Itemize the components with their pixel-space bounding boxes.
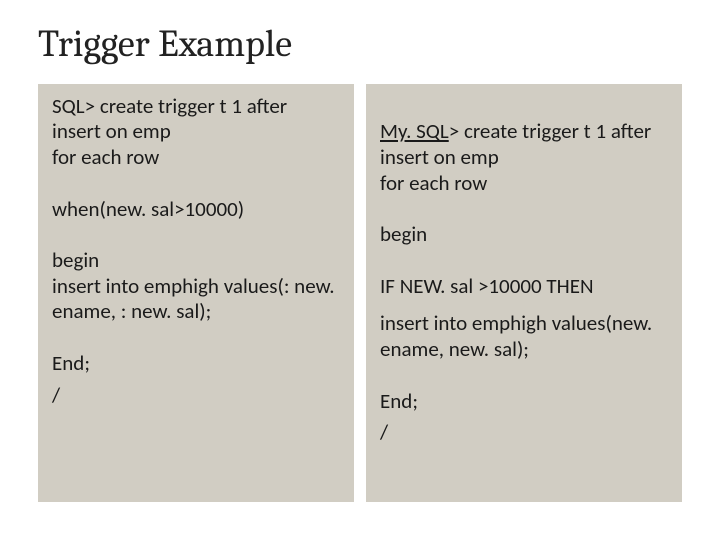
right-block-4: insert into emphigh values(new. ename, n… <box>380 311 668 362</box>
columns: SQL> create trigger t 1 after insert on … <box>38 84 682 502</box>
left-block-1: SQL> create trigger t 1 after insert on … <box>52 94 340 171</box>
right-column: My. SQL> create trigger t 1 after insert… <box>366 84 682 502</box>
left-column: SQL> create trigger t 1 after insert on … <box>38 84 354 502</box>
left-block-4: End; / <box>52 351 340 408</box>
right-block-5: End; / <box>380 389 668 446</box>
right-block-3: IF NEW. sal >10000 THEN <box>380 274 668 300</box>
right-block-1: My. SQL> create trigger t 1 after insert… <box>380 94 668 196</box>
right-mysql-label: My. SQL <box>380 118 449 144</box>
left-end: End; <box>52 351 340 377</box>
left-block-2: when(new. sal>10000) <box>52 197 340 223</box>
left-block-3: begin insert into emphigh values(: new. … <box>52 248 340 325</box>
right-slash: / <box>380 420 668 446</box>
slide: Trigger Example SQL> create trigger t 1 … <box>0 0 720 540</box>
slide-title: Trigger Example <box>38 24 682 66</box>
right-end: End; <box>380 389 668 415</box>
left-slash: / <box>52 383 340 409</box>
right-block-2: begin <box>380 222 668 248</box>
